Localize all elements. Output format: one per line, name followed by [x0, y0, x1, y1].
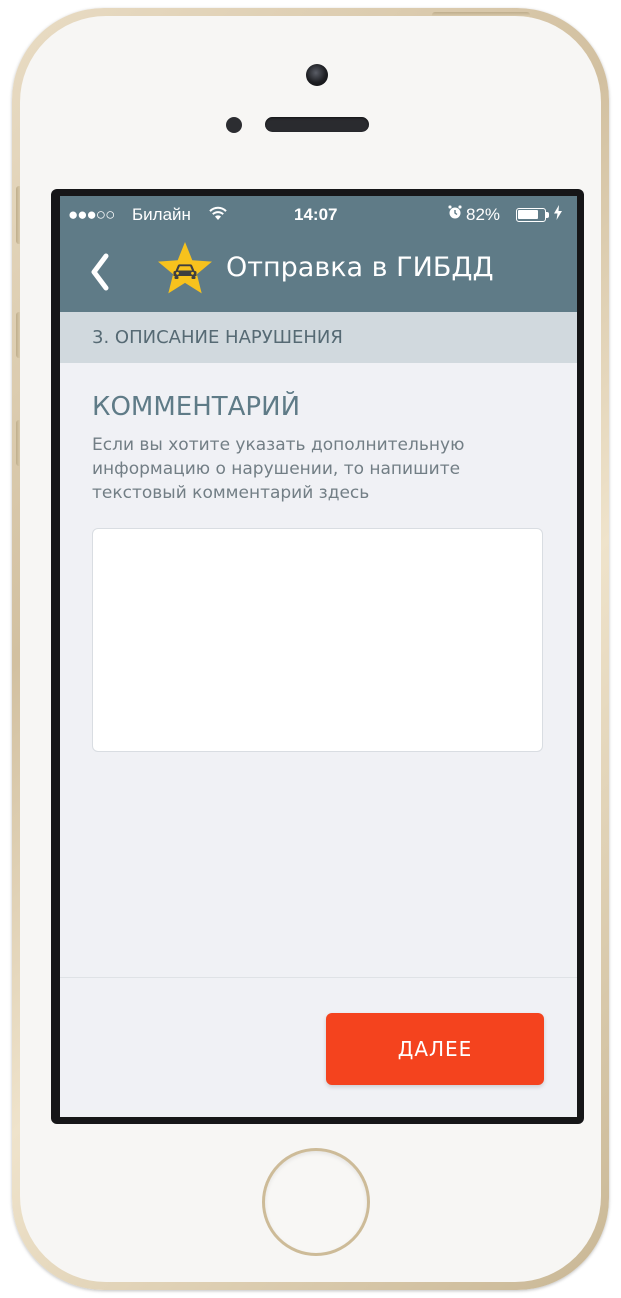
battery-level-fill	[518, 210, 538, 219]
status-bar: ●●●○○ Билайн 14:07 82%	[60, 202, 577, 230]
alarm-icon	[448, 205, 462, 225]
description-line: Если вы хотите указать дополнительную	[92, 435, 465, 455]
comment-input[interactable]	[92, 528, 543, 752]
comment-description: Если вы хотите указать дополнительную ин…	[92, 433, 552, 505]
comment-title: КОММЕНТАРИЙ	[92, 392, 301, 422]
bolt-icon	[554, 205, 562, 224]
star-car-icon	[156, 241, 214, 297]
next-button[interactable]: ДАЛЕЕ	[326, 1013, 544, 1085]
section-label: 3. ОПИСАНИЕ НАРУШЕНИЯ	[92, 327, 343, 348]
footer-divider	[60, 977, 577, 978]
battery-percent: 82%	[466, 205, 501, 224]
nav-title: Отправка в ГИБДД	[226, 252, 494, 283]
battery-icon	[516, 208, 546, 222]
front-camera	[306, 64, 328, 86]
battery-nub	[546, 212, 549, 218]
description-line: информацию о нарушении, то напишите	[92, 459, 461, 479]
clock: 14:07	[294, 205, 338, 224]
earpiece-speaker	[265, 117, 369, 132]
description-line: текстовый комментарий здесь	[92, 483, 370, 503]
back-button[interactable]	[86, 252, 116, 292]
app-screen: ●●●○○ Билайн 14:07 82% Отправка в ГИБДД …	[60, 196, 577, 1117]
chevron-left-icon	[91, 253, 109, 291]
proximity-sensor	[226, 117, 242, 133]
carrier-name: Билайн	[132, 205, 191, 224]
home-button[interactable]	[262, 1148, 370, 1256]
navigation-bar: ●●●○○ Билайн 14:07 82% Отправка в ГИБДД	[60, 196, 577, 312]
signal-strength: ●●●○○	[68, 205, 115, 224]
wifi-icon	[208, 206, 228, 226]
